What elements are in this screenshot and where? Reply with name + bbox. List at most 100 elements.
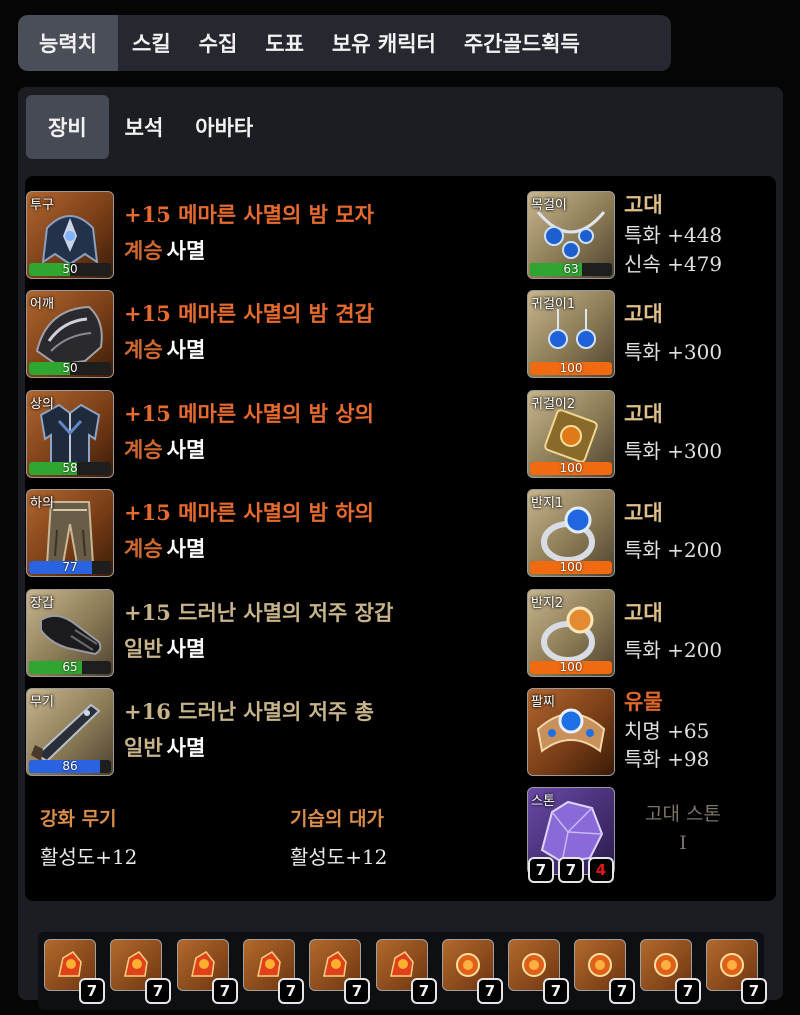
item-set: 사멸 (166, 337, 206, 362)
gem-slot[interactable]: 7 (177, 939, 238, 1004)
gem-slot[interactable]: 7 (309, 939, 370, 1004)
item-name: +15 메마른 사멸의 밤 모자 (124, 202, 374, 227)
ring2-slot[interactable]: 반지2 100 (527, 589, 615, 677)
sub-tab-bar: 장비 보석 아바타 (26, 95, 269, 159)
gem-slot[interactable]: 7 (110, 939, 171, 1004)
quality-value: 50 (62, 263, 78, 276)
item-tier: 계승 (124, 238, 163, 263)
slot-label: 어깨 (30, 297, 54, 312)
bracelet-grade: 유물 (624, 689, 663, 714)
slot-label: 스톤 (531, 794, 555, 809)
quality-value: 100 (559, 661, 583, 674)
ring1-slot[interactable]: 반지1 100 (527, 489, 615, 577)
accessory-grade: 고대 (624, 192, 663, 217)
accessory-stat: 특화 +300 (624, 439, 723, 463)
item-set: 사멸 (166, 636, 206, 661)
item-tier: 일반 (124, 735, 163, 760)
quality-value: 86 (62, 760, 78, 773)
quality-value: 65 (62, 661, 78, 674)
accessory-stat: 특화 +448 (624, 223, 723, 247)
weapon-slot[interactable]: 무기 86 (26, 688, 114, 776)
elixir-value: 활성도+12 (290, 845, 388, 869)
quality-value: 50 (62, 362, 78, 375)
gem-slot[interactable]: 7 (706, 939, 767, 1004)
gem-slot[interactable]: 7 (243, 939, 304, 1004)
gem-slot[interactable]: 7 (640, 939, 701, 1004)
item-name: +15 메마른 사멸의 밤 하의 (124, 500, 374, 525)
chest-slot[interactable]: 상의 58 (26, 390, 114, 478)
item-set: 사멸 (166, 536, 206, 561)
gem-level: 7 (609, 978, 635, 1004)
gem-slot[interactable]: 7 (574, 939, 635, 1004)
gem-level: 7 (543, 978, 569, 1004)
quality-value: 77 (62, 561, 78, 574)
tab-avatar[interactable]: 아바타 (179, 95, 269, 159)
item-tier: 계승 (124, 437, 163, 462)
slot-label: 목걸이 (531, 198, 567, 213)
slot-label: 반지2 (531, 596, 564, 611)
quality-value: 100 (559, 462, 583, 475)
gloves-slot[interactable]: 장갑 65 (26, 589, 114, 677)
item-name: +15 드러난 사멸의 저주 장갑 (124, 600, 394, 625)
earring2-slot[interactable]: 귀걸이2 100 (527, 390, 615, 478)
item-name: +16 드러난 사멸의 저주 총 (124, 699, 374, 724)
item-set: 사멸 (166, 735, 206, 760)
slot-label: 상의 (30, 397, 54, 412)
elixir-label: 강화 무기 (40, 808, 117, 830)
quality-value: 63 (563, 263, 579, 276)
gem-slot[interactable]: 7 (44, 939, 105, 1004)
slot-label: 하의 (30, 496, 54, 511)
necklace-slot[interactable]: 목걸이 63 (527, 191, 615, 279)
accessory-grade: 고대 (624, 600, 663, 625)
accessory-stat: 특화 +200 (624, 538, 723, 562)
accessory-grade: 고대 (624, 401, 663, 426)
gem-slot[interactable]: 7 (376, 939, 437, 1004)
item-tier-set: 계승 사멸 (124, 235, 205, 265)
item-tier-set: 일반 사멸 (124, 633, 205, 663)
gem-slot[interactable]: 7 (508, 939, 569, 1004)
bracelet-stat: 특화 +98 (624, 747, 710, 771)
bracelet-slot[interactable]: 팔찌 (527, 688, 615, 776)
slot-label: 팔찌 (531, 695, 555, 710)
gem-slot[interactable]: 7 (442, 939, 503, 1004)
accessory-stat: 특화 +200 (624, 638, 723, 662)
tab-chart[interactable]: 도표 (251, 15, 318, 71)
bracelet-stat: 치명 +65 (624, 719, 710, 743)
quality-value: 100 (559, 362, 583, 375)
accessory-stat: 신속 +479 (624, 252, 723, 276)
gem-level: 7 (477, 978, 503, 1004)
tab-skills[interactable]: 스킬 (118, 15, 185, 71)
helmet-slot[interactable]: 투구 50 (26, 191, 114, 279)
shoulder-slot[interactable]: 어깨 50 (26, 290, 114, 378)
tab-stats[interactable]: 능력치 (18, 15, 118, 71)
stone-level: I (679, 832, 687, 854)
accessory-grade: 고대 (624, 301, 663, 326)
gem-level: 7 (675, 978, 701, 1004)
pants-slot[interactable]: 하의 77 (26, 489, 114, 577)
item-tier: 계승 (124, 536, 163, 561)
tab-gems[interactable]: 보석 (109, 95, 180, 159)
tab-weekly-gold[interactable]: 주간골드획득 (450, 15, 594, 71)
item-tier: 일반 (124, 636, 163, 661)
gem-level: 7 (411, 978, 437, 1004)
gem-level: 7 (145, 978, 171, 1004)
tab-owned-characters[interactable]: 보유 캐릭터 (318, 15, 450, 71)
stone-engraving-1: 7 (528, 857, 554, 883)
gem-level: 7 (212, 978, 238, 1004)
tab-equipment[interactable]: 장비 (26, 95, 109, 159)
item-tier-set: 일반 사멸 (124, 732, 205, 762)
item-tier-set: 계승 사멸 (124, 334, 205, 364)
elixir-value: 활성도+12 (40, 845, 138, 869)
item-name: +15 메마른 사멸의 밤 견갑 (124, 301, 374, 326)
item-tier: 계승 (124, 337, 163, 362)
slot-label: 무기 (30, 695, 54, 710)
gem-level: 7 (741, 978, 767, 1004)
item-set: 사멸 (166, 238, 206, 263)
accessory-stat: 특화 +300 (624, 340, 723, 364)
top-tab-bar: 능력치 스킬 수집 도표 보유 캐릭터 주간골드획득 (18, 15, 671, 71)
gem-level: 7 (344, 978, 370, 1004)
tab-collection[interactable]: 수집 (185, 15, 252, 71)
stone-engraving-3: 4 (588, 857, 614, 883)
quality-value: 100 (559, 561, 583, 574)
earring1-slot[interactable]: 귀걸이1 100 (527, 290, 615, 378)
